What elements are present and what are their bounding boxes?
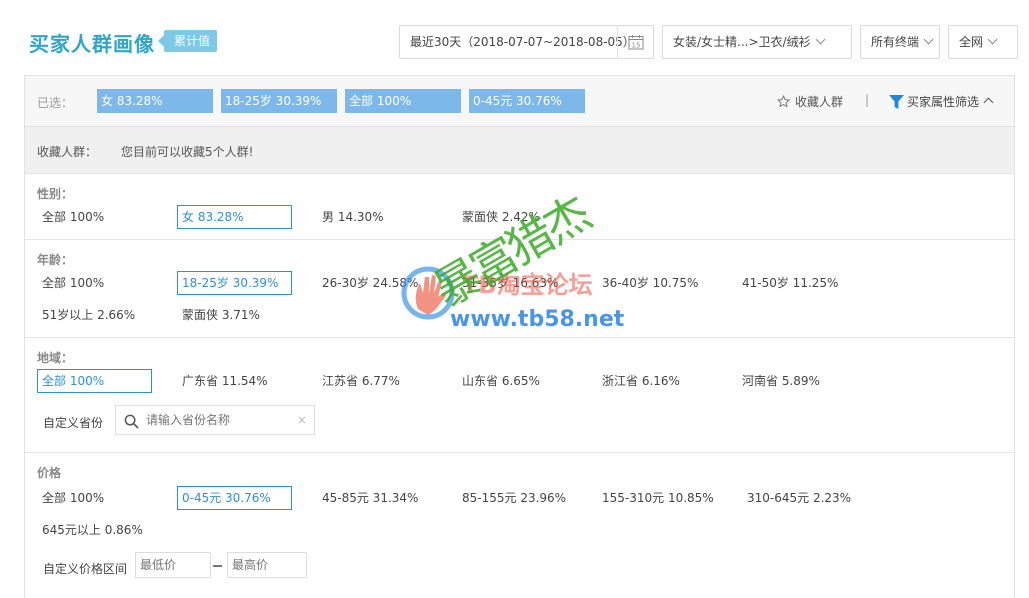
selected-chip-region[interactable]: 全部 100% [345,89,461,113]
favorite-crowd-row: 收藏人群： 您目前可以收藏5个人群! [25,127,1014,174]
category-select[interactable]: 女装/女士精...>卫衣/绒衫 [662,25,852,59]
price-option-45-85[interactable]: 45-85元 31.34% [317,486,442,510]
price-option-645-plus[interactable]: 645元以上 0.86% [37,518,162,542]
category-label: 女装/女士精...>卫衣/绒衫 [673,35,811,49]
gender-section: 性别： 全部 100% 女 83.28% 男 14.30% 蒙面侠 2.42% [25,174,1014,240]
gender-option-male[interactable]: 男 14.30% [317,205,432,229]
province-search-field[interactable]: × [115,405,315,435]
price-option-155-310[interactable]: 155-310元 10.85% [597,486,732,510]
clear-icon[interactable]: × [297,413,307,427]
age-option-41-50[interactable]: 41-50岁 11.25% [737,271,862,295]
date-range-label: 最近30天（2018-07-07~2018-08-05） [410,35,635,49]
cumulative-tag: 累计值 [157,30,218,52]
buyer-attribute-filter-label: 买家属性筛选 [907,95,980,109]
age-option-26-30[interactable]: 26-30岁 24.58% [317,271,432,295]
gender-option-female[interactable]: 女 83.28% [177,205,292,229]
terminal-select[interactable]: 所有终端 [860,25,940,59]
buyer-attribute-filter-toggle[interactable]: 买家属性筛选 [889,93,994,110]
region-option-all[interactable]: 全部 100% [37,369,152,393]
calendar-icon[interactable]: 15 [617,26,653,58]
region-option-henan[interactable]: 河南省 5.89% [737,369,852,393]
price-option-85-155[interactable]: 85-155元 23.96% [457,486,582,510]
province-search-input[interactable] [146,411,286,429]
date-range-picker[interactable]: 最近30天（2018-07-07~2018-08-05） 15 [399,25,654,59]
age-option-all[interactable]: 全部 100% [37,271,152,295]
page-header: 买家人群画像 累计值 最近30天（2018-07-07~2018-08-05） … [0,0,1029,75]
min-price-input[interactable] [135,552,211,578]
gender-option-all[interactable]: 全部 100% [37,205,152,229]
age-option-18-25[interactable]: 18-25岁 30.39% [177,271,292,295]
chevron-up-icon [983,97,994,108]
age-option-36-40[interactable]: 36-40岁 10.75% [597,271,722,295]
age-option-51-plus[interactable]: 51岁以上 2.66% [37,303,162,327]
age-option-unknown[interactable]: 蒙面侠 3.71% [177,303,292,327]
chevron-down-icon [987,34,998,45]
crowd-filter-panel: 已选： 女 83.28% 18-25岁 30.39% 全部 100% 0-45元… [24,75,1015,598]
age-title: 年龄： [37,253,74,267]
chevron-down-icon [815,34,826,45]
selected-chip-age[interactable]: 18-25岁 30.39% [221,89,337,113]
filter-icon [889,95,904,109]
custom-price-label: 自定义价格区间 [43,562,128,576]
star-icon [776,94,791,108]
search-icon [124,414,139,429]
favorite-crowd-hint: 您目前可以收藏5个人群! [121,145,254,159]
network-label: 全网 [959,35,984,49]
terminal-label: 所有终端 [871,35,920,49]
region-section: 地域： 全部 100% 广东省 11.54% 江苏省 6.77% 山东省 6.6… [25,338,1014,453]
chevron-down-icon [923,34,934,45]
network-select[interactable]: 全网 [948,25,1018,59]
price-option-all[interactable]: 全部 100% [37,486,152,510]
selected-chip-gender[interactable]: 女 83.28% [97,89,213,113]
selected-filters-bar: 已选： 女 83.28% 18-25岁 30.39% 全部 100% 0-45元… [25,76,1014,127]
price-title: 价格 [37,466,62,480]
custom-province-label: 自定义省份 [43,416,104,430]
region-option-shandong[interactable]: 山东省 6.65% [457,369,572,393]
divider: | [865,93,870,107]
calendar-day: 15 [632,42,641,50]
gender-title: 性别： [37,187,74,201]
favorite-crowd-row-label: 收藏人群： [37,145,98,159]
region-title: 地域： [37,351,74,365]
favorite-crowd-link[interactable]: 收藏人群 [776,93,844,110]
price-option-310-645[interactable]: 310-645元 2.23% [742,486,877,510]
selected-label: 已选： [37,96,74,110]
region-option-jiangsu[interactable]: 江苏省 6.77% [317,369,432,393]
price-section: 价格 全部 100% 0-45元 30.76% 45-85元 31.34% 85… [25,453,1014,598]
page-title: 买家人群画像 [29,32,155,56]
age-option-31-35[interactable]: 31-35岁 16.63% [457,271,572,295]
price-option-0-45[interactable]: 0-45元 30.76% [177,486,292,510]
region-option-zhejiang[interactable]: 浙江省 6.16% [597,369,712,393]
age-section: 年龄： 全部 100% 18-25岁 30.39% 26-30岁 24.58% … [25,240,1014,338]
selected-chip-price[interactable]: 0-45元 30.76% [469,89,585,113]
favorite-crowd-label: 收藏人群 [795,95,844,109]
gender-option-unknown[interactable]: 蒙面侠 2.42% [457,205,572,229]
max-price-input[interactable] [227,552,307,578]
region-option-guangdong[interactable]: 广东省 11.54% [177,369,292,393]
price-range-dash [213,565,222,567]
